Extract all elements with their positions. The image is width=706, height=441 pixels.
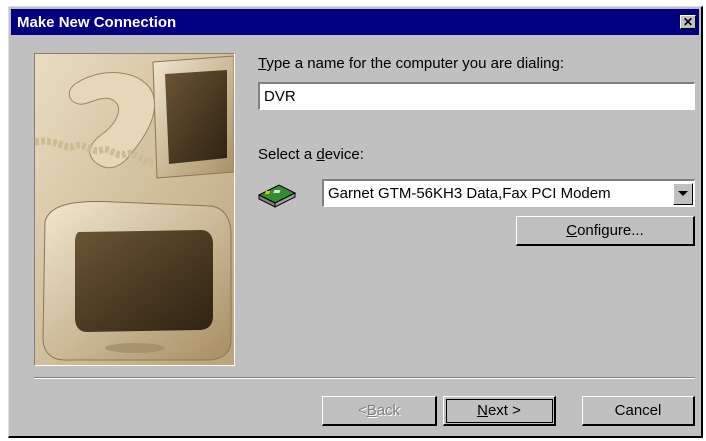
back-button[interactable]: < Back: [322, 396, 437, 426]
computer-name-label: Type a name for the computer you are dia…: [258, 55, 565, 72]
title-bar[interactable]: Make New Connection ✕: [11, 9, 699, 35]
close-icon: ✕: [682, 15, 694, 29]
device-dropdown-button[interactable]: [673, 182, 693, 205]
modem-icon: [257, 184, 297, 208]
cancel-button[interactable]: Cancel: [582, 396, 695, 426]
computer-phone-illustration-icon: [35, 54, 234, 365]
chevron-down-icon: [678, 191, 688, 196]
next-button[interactable]: Next >: [443, 396, 556, 426]
configure-button[interactable]: Configure...: [516, 216, 695, 246]
make-new-connection-dialog: Make New Connection ✕ Type a name for th…: [8, 6, 703, 438]
computer-name-input[interactable]: [258, 82, 695, 110]
device-select[interactable]: Garnet GTM-56KH3 Data,Fax PCI Modem: [322, 179, 695, 207]
button-separator: [34, 377, 695, 379]
device-selected-value: Garnet GTM-56KH3 Data,Fax PCI Modem: [328, 185, 611, 202]
wizard-illustration: [34, 53, 235, 366]
window-title: Make New Connection: [17, 13, 177, 31]
close-button[interactable]: ✕: [680, 15, 696, 29]
select-device-label: Select a device:: [258, 146, 364, 163]
